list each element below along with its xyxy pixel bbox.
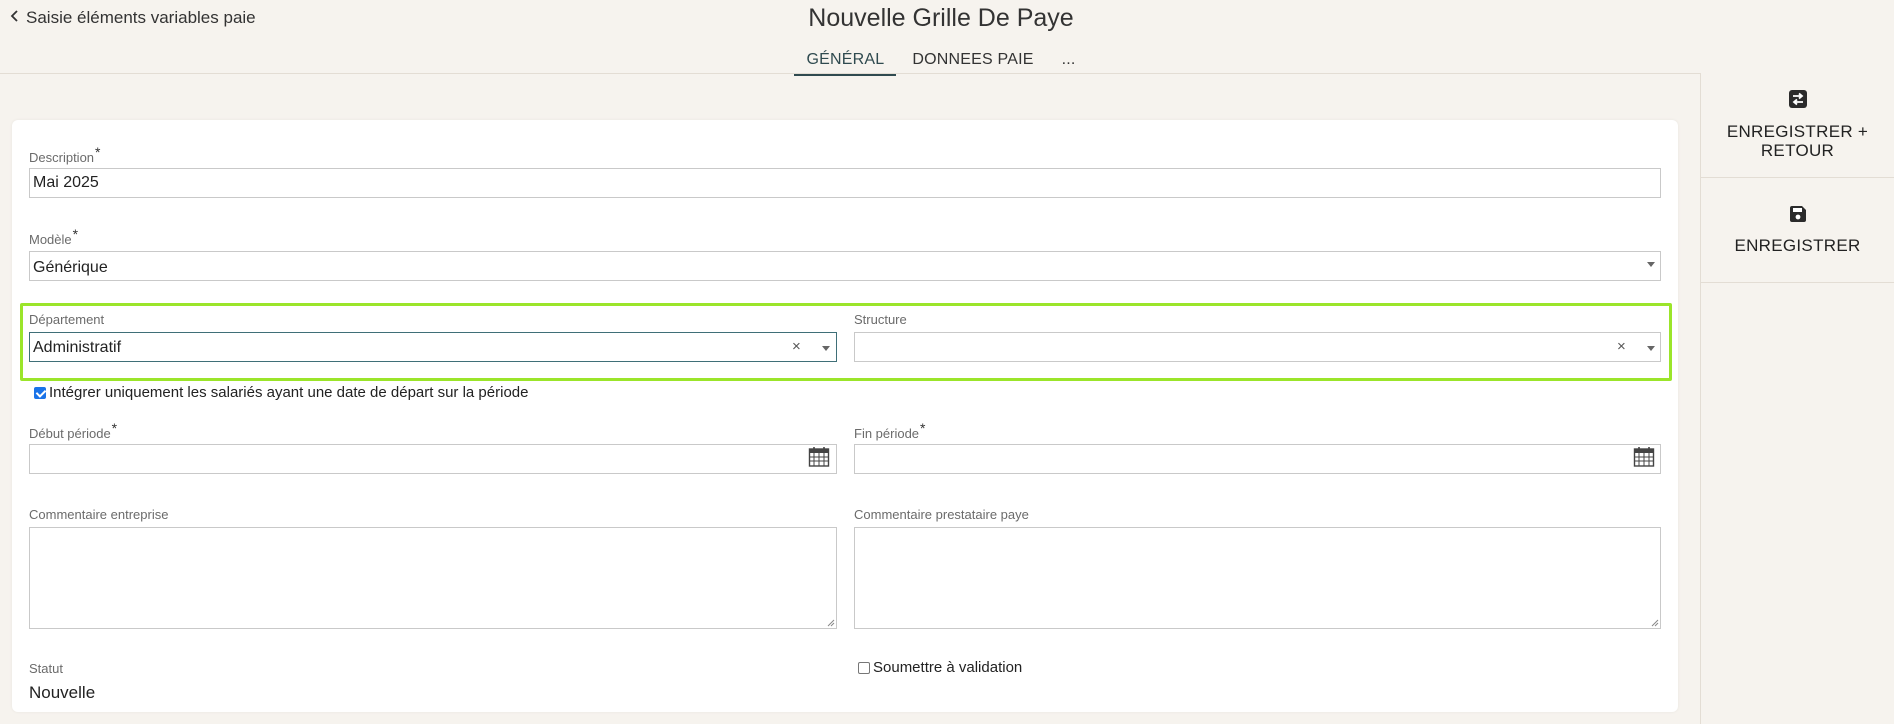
page-title: Nouvelle Grille De Paye (808, 4, 1074, 32)
commentaire-prestataire-textarea[interactable] (854, 527, 1661, 629)
save-return-button[interactable]: ENREGISTRER + RETOUR (1701, 73, 1894, 178)
save-return-label-1: ENREGISTRER + (1726, 122, 1869, 142)
commentaire-prestataire-label: Commentaire prestataire paye (854, 507, 1029, 522)
tab-more[interactable]: ... (1050, 48, 1088, 76)
commentaire-entreprise-textarea[interactable] (29, 527, 837, 629)
integrer-checkbox-label: Intégrer uniquement les salariés ayant u… (49, 384, 529, 401)
calendar-icon[interactable] (808, 446, 830, 473)
statut-value: Nouvelle (29, 683, 96, 702)
save-return-label-2: RETOUR (1760, 141, 1835, 160)
dropdown-arrow-icon[interactable] (1647, 262, 1655, 267)
save-return-icon (1788, 90, 1807, 109)
structure-label: Structure (854, 312, 907, 327)
fin-periode-label: Fin période* (854, 420, 926, 441)
statut-label: Statut (29, 661, 63, 676)
structure-select[interactable] (854, 332, 1661, 362)
tab-donnees-paie[interactable]: DONNEES PAIE (900, 48, 1045, 76)
dropdown-arrow-icon[interactable] (1647, 346, 1655, 351)
calendar-icon[interactable] (1633, 446, 1655, 473)
resize-grip-icon[interactable] (1651, 619, 1659, 627)
clear-icon[interactable]: × (792, 338, 801, 355)
clear-icon[interactable]: × (1617, 338, 1626, 355)
action-panel: ENREGISTRER + RETOUR ENREGISTRER (1700, 73, 1894, 724)
modele-label: Modèle* (29, 226, 79, 247)
save-label: ENREGISTRER (1734, 235, 1861, 255)
description-label: Description* (29, 144, 101, 165)
dropdown-arrow-icon[interactable] (822, 346, 830, 351)
commentaire-entreprise-label: Commentaire entreprise (29, 507, 169, 522)
modele-select[interactable]: Générique (29, 251, 1661, 281)
debut-periode-label: Début période* (29, 420, 118, 441)
tab-general[interactable]: GÉNÉRAL (794, 48, 897, 76)
departement-label: Département (29, 312, 105, 327)
save-button[interactable]: ENREGISTRER (1701, 178, 1894, 283)
departement-select[interactable]: Administratif (29, 332, 837, 362)
debut-periode-field[interactable] (29, 444, 837, 474)
resize-grip-icon[interactable] (827, 619, 835, 627)
tab-bar: GÉNÉRAL DONNEES PAIE ... (0, 48, 1882, 76)
integrer-checkbox[interactable] (34, 387, 46, 399)
soumettre-checkbox[interactable] (858, 662, 870, 674)
fin-periode-field[interactable] (854, 444, 1661, 474)
description-field[interactable]: Mai 2025 (29, 168, 1661, 198)
save-icon (1789, 205, 1806, 222)
soumettre-checkbox-label: Soumettre à validation (873, 659, 1023, 676)
header-divider (0, 73, 1700, 74)
